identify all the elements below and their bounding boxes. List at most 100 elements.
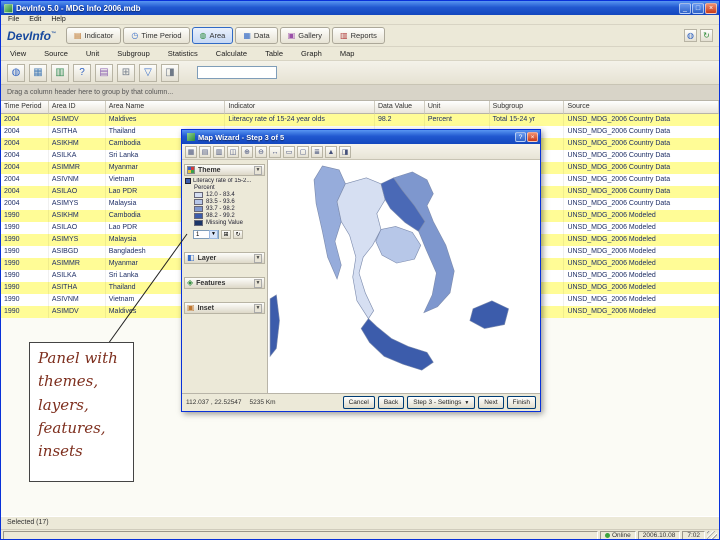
gallery-icon[interactable]: ▤ (95, 63, 113, 82)
refresh-icon[interactable]: ↻ (700, 29, 713, 42)
north-arrow-icon[interactable]: ▲ (325, 145, 337, 158)
settings-icon[interactable]: ◨ (339, 145, 351, 158)
globe-icon[interactable]: ◍ (684, 29, 697, 42)
save-icon[interactable]: ▦ (185, 145, 197, 158)
wizard-title: Map Wizard - Step 3 of 5 (198, 132, 285, 142)
theme-controls: 1 ▼ ⊞ ↻ (193, 230, 265, 239)
column-header[interactable]: Source (564, 101, 719, 114)
copy-icon[interactable]: ◫ (227, 145, 239, 158)
column-header[interactable]: Unit (424, 101, 490, 114)
column-header[interactable]: Subgroup (489, 101, 565, 114)
menu-statistics[interactable]: Statistics (159, 49, 207, 58)
map-region-sri-lanka[interactable] (269, 294, 280, 358)
tab-data[interactable]: ▦ Data (235, 27, 278, 44)
chevron-down-icon[interactable]: ▼ (254, 253, 262, 263)
group-by-bar[interactable]: Drag a column header here to group by th… (1, 85, 719, 101)
menu-unit[interactable]: Unit (77, 49, 108, 58)
legend-color-chip (194, 206, 203, 212)
online-status: Online (600, 531, 636, 539)
section-features[interactable]: ◈ Features ▼ (184, 277, 265, 289)
next-button[interactable]: Next (478, 396, 504, 409)
maximize-button[interactable]: □ (692, 2, 704, 14)
chevron-down-icon[interactable]: ▼ (254, 278, 262, 288)
theme-section-header[interactable]: Theme ▼ (184, 164, 265, 176)
menu-graph[interactable]: Graph (292, 49, 331, 58)
cell-source: UNSD_MDG_2006 Modeled (564, 282, 719, 294)
selection-status-bar: Selected (17) (1, 516, 719, 529)
wizard-close-button[interactable]: × (527, 132, 538, 142)
back-button[interactable]: Back (377, 396, 405, 409)
select-icon[interactable]: ▢ (297, 145, 309, 158)
resize-grip[interactable] (707, 530, 717, 539)
table-row[interactable]: 2004 ASIMDV Maldives Literacy rate of 15… (1, 114, 719, 126)
map-canvas[interactable] (268, 160, 540, 393)
zoom-in-icon[interactable]: ⊕ (241, 145, 253, 158)
section-layer[interactable]: ◧ Layer ▼ (184, 252, 265, 264)
tab-icon: ▤ (74, 30, 82, 40)
legend-icon[interactable]: ≣ (311, 145, 323, 158)
column-header[interactable]: Area ID (48, 101, 106, 114)
column-header[interactable]: Time Period (1, 101, 49, 114)
map-region-malaysia[interactable] (360, 318, 434, 371)
theme-refresh-button[interactable]: ↻ (233, 230, 243, 239)
chevron-down-icon[interactable]: ▼ (254, 303, 262, 313)
wizard-help-button[interactable]: ? (515, 132, 526, 142)
column-header[interactable]: Data Value (374, 101, 425, 114)
menu-map[interactable]: Map (331, 49, 364, 58)
chevron-down-icon[interactable]: ▼ (254, 165, 262, 175)
table-icon[interactable]: ▦ (29, 63, 47, 82)
section-inset[interactable]: ▣ Inset ▼ (184, 302, 265, 314)
window-title: DevInfo 5.0 - MDG Info 2006.mdb (16, 3, 141, 13)
tab-area[interactable]: ◍ Area (191, 27, 234, 44)
step-select[interactable]: Step 3 - Settings ▼ (407, 396, 476, 409)
search-input[interactable] (197, 66, 277, 79)
menu-item[interactable]: Help (46, 16, 70, 23)
tab-icon: ◷ (131, 30, 139, 40)
finish-button[interactable]: Finish (506, 396, 536, 409)
column-header[interactable]: Area Name (105, 101, 226, 114)
map-region-myanmar[interactable] (313, 165, 346, 280)
menu-item[interactable]: Edit (24, 16, 46, 23)
menu-view[interactable]: View (1, 49, 35, 58)
help-icon[interactable]: ? (73, 63, 91, 82)
cell-time-period: 2004 (1, 198, 49, 210)
menu-source[interactable]: Source (35, 49, 77, 58)
map-icon[interactable]: ◍ (7, 63, 25, 82)
cell-indicator: Literacy rate of 15-24 year olds (225, 114, 375, 126)
cell-source: UNSD_MDG_2006 Country Data (564, 114, 719, 126)
tab-label: Reports (350, 31, 377, 40)
zoom-out-icon[interactable]: ⊖ (255, 145, 267, 158)
graph-icon[interactable]: ▥ (51, 63, 69, 82)
print-icon[interactable]: ▥ (213, 145, 225, 158)
calculator-icon[interactable]: ⊞ (117, 63, 135, 82)
theme-indicator[interactable]: Literacy rate of 15-2... (185, 178, 265, 184)
filter-icon[interactable]: ▽ (139, 63, 157, 82)
menu-table[interactable]: Table (256, 49, 292, 58)
minimize-button[interactable]: _ (679, 2, 691, 14)
tab-reports[interactable]: ▥ Reports (332, 27, 385, 44)
close-button[interactable]: × (705, 2, 717, 14)
column-header[interactable]: Indicator (225, 101, 375, 114)
cell-area-id: ASIMDV (49, 306, 106, 318)
export-icon[interactable]: ▤ (199, 145, 211, 158)
pan-icon[interactable]: ↔ (269, 145, 281, 158)
class-breaks-select[interactable]: 1 ▼ (193, 230, 219, 239)
settings-icon[interactable]: ◨ (161, 63, 179, 82)
tab-time-period[interactable]: ◷ Time Period (123, 27, 190, 44)
cell-time-period: 2004 (1, 162, 49, 174)
tab-gallery[interactable]: ▣ Gallery (279, 27, 331, 44)
tab-indicator[interactable]: ▤ Indicator (66, 27, 122, 44)
theme-settings-button[interactable]: ⊞ (221, 230, 231, 239)
menu-subgroup[interactable]: Subgroup (108, 49, 159, 58)
legend-color-chip (194, 220, 203, 226)
map-region-cambodia[interactable] (375, 226, 422, 264)
cancel-button[interactable]: Cancel (342, 396, 375, 409)
chevron-down-icon: ▼ (209, 230, 218, 239)
menu-item[interactable]: File (3, 16, 24, 23)
wizard-footer: 112.037 , 22.52547 5235 Km Cancel Back S… (182, 393, 540, 411)
full-extent-icon[interactable]: ▭ (283, 145, 295, 158)
menu-calculate[interactable]: Calculate (207, 49, 256, 58)
map-region-thailand[interactable] (336, 177, 386, 320)
cell-subgroup: Total 15-24 yr (490, 114, 565, 126)
map-region-east-malaysia[interactable] (469, 300, 509, 329)
